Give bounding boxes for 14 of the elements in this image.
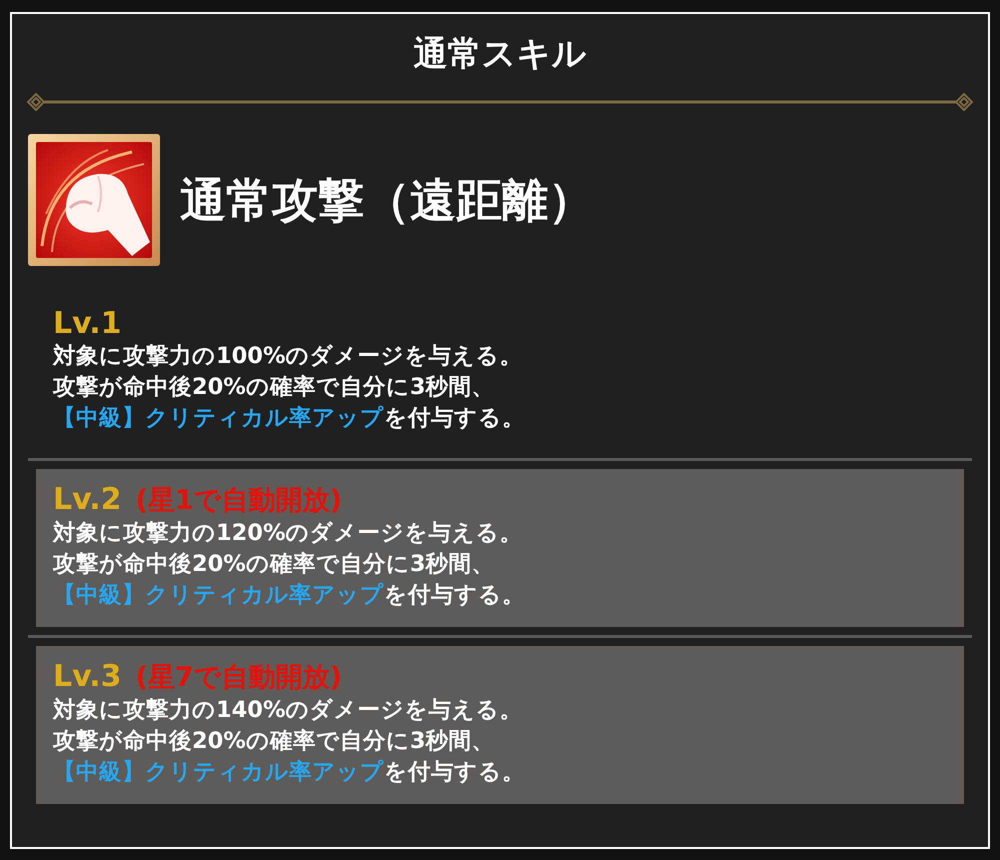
buff-link[interactable]: 【中級】クリティカル率アップ xyxy=(53,759,384,785)
panel-title: 通常スキル xyxy=(412,33,588,76)
level-label: Lv.1 xyxy=(53,307,122,341)
skill-name: 通常攻撃（遠距離） xyxy=(180,172,594,228)
buff-link[interactable]: 【中級】クリティカル率アップ xyxy=(53,405,384,431)
level-label: Lv.2 xyxy=(53,483,122,517)
skill-description: 対象に攻撃力の140%のダメージを与える。 攻撃が命中後20%の確率で自分に3秒間、 【中級】クリティカル率アップを付与する。 xyxy=(53,696,526,787)
level-label: Lv.3 xyxy=(53,660,122,694)
unlock-condition: (星1で自動開放) xyxy=(136,484,342,518)
fist-icon xyxy=(28,134,160,266)
skill-description: 対象に攻撃力の120%のダメージを与える。 攻撃が命中後20%の確率で自分に3秒間、 【中級】クリティカル率アップを付与する。 xyxy=(53,519,526,610)
unlock-condition: (星7で自動開放) xyxy=(136,661,342,695)
skill-description: 対象に攻撃力の100%のダメージを与える。 攻撃が命中後20%の確率で自分に3秒間、 【中級】クリティカル率アップを付与する。 xyxy=(53,342,526,433)
buff-link[interactable]: 【中級】クリティカル率アップ xyxy=(53,582,384,608)
